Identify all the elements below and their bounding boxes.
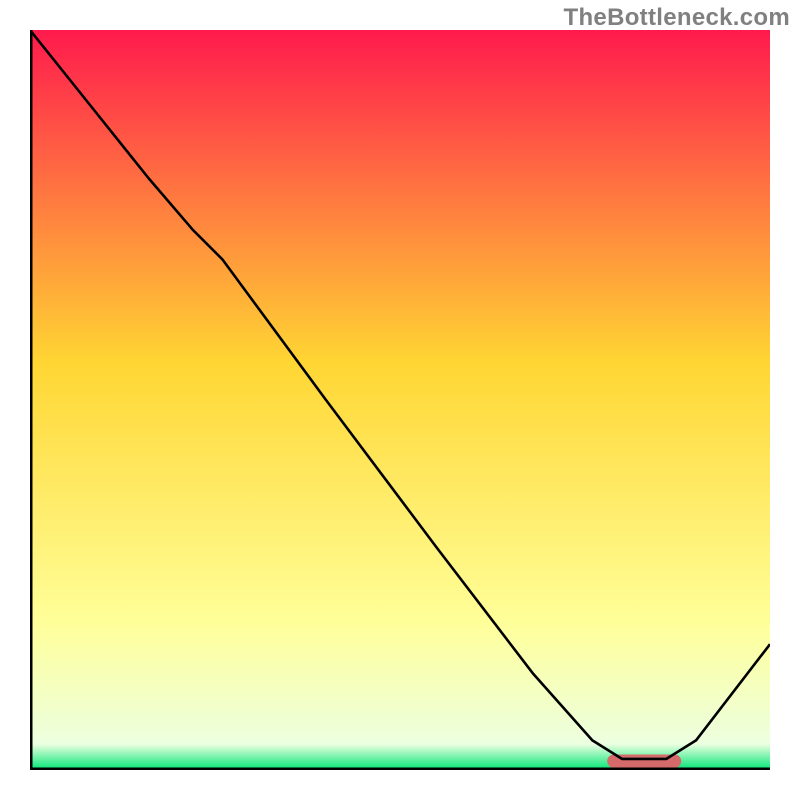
chart-svg xyxy=(30,30,770,770)
plot-area xyxy=(30,30,770,770)
watermark-text: TheBottleneck.com xyxy=(564,4,790,32)
chart-container: TheBottleneck.com xyxy=(0,0,800,800)
